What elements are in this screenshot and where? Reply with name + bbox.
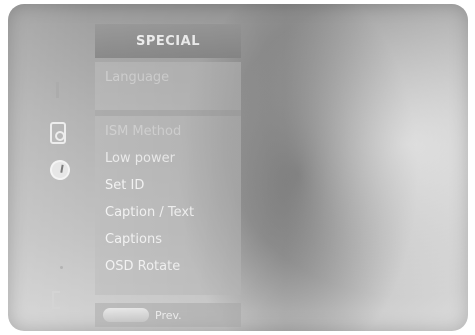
menu-item-ism-method[interactable]: ISM Method <box>95 118 241 145</box>
clock-icon[interactable] <box>46 156 74 184</box>
bracket-icon[interactable] <box>52 291 60 309</box>
menu-item-set-id[interactable]: Set ID <box>95 172 241 199</box>
menu-item-low-power[interactable]: Low power <box>95 145 241 172</box>
menu-divider <box>95 110 241 116</box>
menu-footer: Prev. <box>95 303 241 327</box>
dot-icon <box>60 266 63 269</box>
prev-button[interactable] <box>103 308 149 322</box>
menu-item-language[interactable]: Language <box>95 64 241 91</box>
speaker-icon[interactable] <box>50 122 66 144</box>
menu-icon-column <box>46 64 76 324</box>
menu-item-caption-text[interactable]: Caption / Text <box>95 199 241 226</box>
menu-title: SPECIAL <box>95 24 241 58</box>
special-menu: SPECIAL Language ISM Method Low power Se… <box>95 18 241 327</box>
menu-item-osd-rotate[interactable]: OSD Rotate <box>95 253 241 280</box>
tv-screen: SPECIAL Language ISM Method Low power Se… <box>8 4 468 331</box>
prev-label: Prev. <box>155 308 182 322</box>
menu-item-captions[interactable]: Captions <box>95 226 241 253</box>
bar-icon[interactable] <box>56 82 59 98</box>
